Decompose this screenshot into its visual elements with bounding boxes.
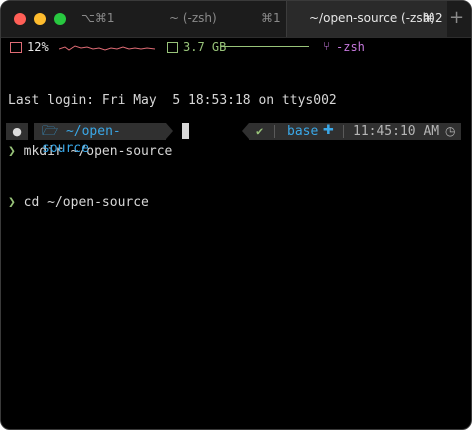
memory-icon	[167, 42, 178, 53]
close-window-button[interactable]	[14, 13, 26, 25]
branch-label: -zsh	[336, 40, 365, 54]
memory-graph	[221, 46, 309, 47]
segment-separator	[274, 125, 275, 138]
clock-icon: ◷	[445, 124, 456, 138]
memory-usage: 3.7 GB	[183, 40, 227, 54]
python-icon: ✚	[323, 123, 334, 138]
history-line: ❯ cd ~/open-source	[8, 194, 337, 211]
status-check-icon: ✔	[256, 124, 264, 138]
last-login-line: Last login: Fri May 5 18:53:18 on ttys00…	[8, 93, 337, 108]
branch-icon: ⑂	[323, 39, 331, 53]
maximize-window-button[interactable]	[54, 13, 66, 25]
title-bar: ⌥⌘1 ~ (-zsh) ⌘1 ~/open-source (-zsh) ⌘2 …	[1, 1, 471, 38]
prompt-segment-tip	[166, 123, 173, 139]
prompt-arrow-icon: ❯	[8, 144, 16, 159]
tab-shortcut: ⌘2	[423, 11, 443, 25]
prompt-arrow-icon: ❯	[8, 195, 16, 210]
tab-shortcut-hint: ⌥⌘1	[81, 11, 115, 25]
prompt-time: 11:45:10 AM	[353, 124, 440, 139]
folder-icon: 🗁	[42, 124, 59, 139]
tab-zsh-home[interactable]: ⌥⌘1 ~ (-zsh) ⌘1	[81, 1, 286, 37]
segment-separator	[343, 125, 344, 138]
tab-open-source[interactable]: ~/open-source (-zsh) ⌘2	[286, 1, 447, 37]
minimize-window-button[interactable]	[34, 13, 46, 25]
command-text: cd ~/open-source	[23, 195, 149, 210]
apple-icon: ●	[6, 123, 28, 140]
right-prompt-tip	[242, 123, 249, 139]
terminal-window: ⌥⌘1 ~ (-zsh) ⌘1 ~/open-source (-zsh) ⌘2 …	[0, 0, 472, 430]
cpu-graph	[59, 45, 156, 51]
text-cursor[interactable]	[182, 123, 189, 139]
cpu-usage: 12%	[27, 40, 49, 54]
cpu-icon	[10, 42, 22, 53]
status-bar: 12% 3.7 GB ⑂ -zsh	[1, 37, 471, 59]
new-tab-button[interactable]: +	[449, 7, 464, 28]
prompt-directory-segment: 🗁 ~/open-source	[34, 123, 166, 156]
conda-env-label: base	[287, 124, 319, 139]
tab-title: ~ (-zsh)	[169, 11, 217, 25]
tab-shortcut: ⌘1	[261, 11, 281, 25]
tab-title: ~/open-source (-zsh)	[309, 11, 435, 25]
